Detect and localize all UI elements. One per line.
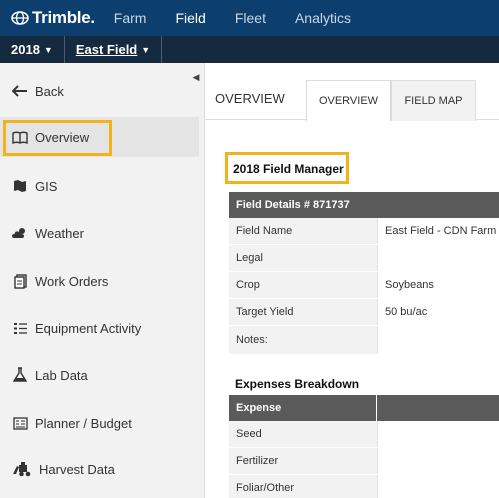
tab-field-map[interactable]: FIELD MAP	[391, 80, 476, 121]
nav-analytics[interactable]: Analytics	[295, 10, 351, 26]
row-value	[377, 245, 499, 271]
planner-icon	[11, 414, 29, 432]
sidebar-item-label: Weather	[35, 225, 84, 241]
row-label: Fertilizer	[229, 448, 377, 474]
sidebar-item-label: Back	[35, 83, 64, 99]
sidebar-item-lab-data[interactable]: Lab Data	[0, 355, 199, 395]
weather-icon	[11, 224, 29, 242]
sidebar-item-label: Lab Data	[35, 367, 88, 383]
harvester-icon	[11, 460, 33, 478]
back-arrow-icon	[11, 82, 29, 100]
row-value	[377, 475, 499, 498]
table-row: Seed	[229, 421, 499, 448]
nav-farm[interactable]: Farm	[114, 10, 147, 26]
sidebar-item-harvest-data[interactable]: Harvest Data	[0, 449, 199, 489]
brand-name: Trimble.	[32, 8, 95, 27]
row-value: East Field - CDN Farm	[377, 218, 499, 244]
sidebar-item-label: GIS	[35, 178, 58, 194]
row-value	[377, 448, 499, 474]
top-nav: Trimble. Farm Field Fleet Analytics	[0, 0, 499, 36]
sidebar-item-label: Harvest Data	[39, 461, 115, 477]
sidebar-item-label: Work Orders	[35, 273, 109, 289]
expense-column-header: Expense	[229, 395, 377, 421]
sidebar-item-planner-budget[interactable]: Planner / Budget	[0, 403, 199, 443]
year-dropdown[interactable]: 2018 ▼	[0, 36, 65, 63]
caret-down-icon: ▼	[141, 44, 151, 55]
expenses-title: Expenses Breakdown	[235, 377, 360, 391]
table-row: Fertilizer	[229, 448, 499, 475]
year-value: 2018	[11, 42, 40, 57]
sidebar-item-equipment-activity[interactable]: Equipment Activity	[0, 308, 199, 348]
main-content: OVERVIEW OVERVIEW FIELD MAP 2018 Field M…	[205, 63, 499, 498]
row-label: Field Name	[229, 218, 377, 244]
field-details-table: Field Details # 871737 Field Name East F…	[229, 192, 499, 355]
table-row: Target Yield 50 bu/ac	[229, 299, 499, 326]
table-header: Field Details # 871737	[229, 192, 499, 218]
tab-overview[interactable]: OVERVIEW	[306, 80, 391, 121]
table-row: Field Name East Field - CDN Farm	[229, 218, 499, 245]
nav-fleet[interactable]: Fleet	[235, 10, 266, 26]
field-dropdown[interactable]: East Field ▼	[65, 36, 163, 63]
expenses-table: Expense Seed Fertilizer Foliar/Other	[229, 395, 499, 498]
table-row: Legal	[229, 245, 499, 272]
sidebar-item-back[interactable]: Back	[0, 71, 199, 111]
row-value: Soybeans	[377, 272, 499, 298]
row-label: Notes:	[229, 326, 377, 354]
field-manager-highlight-box	[225, 152, 349, 184]
page-heading: OVERVIEW	[215, 91, 285, 106]
map-icon	[11, 177, 29, 195]
row-label: Seed	[229, 421, 377, 447]
sidebar-item-weather[interactable]: Weather	[0, 213, 199, 253]
row-label: Target Yield	[229, 299, 377, 325]
flask-icon	[11, 366, 29, 384]
table-row: Notes:	[229, 326, 499, 355]
row-label: Crop	[229, 272, 377, 298]
overview-highlight-box	[3, 120, 112, 156]
table-row: Foliar/Other	[229, 475, 499, 498]
sidebar-item-gis[interactable]: GIS	[0, 166, 199, 206]
row-value: 50 bu/ac	[377, 299, 499, 325]
table-row: Crop Soybeans	[229, 272, 499, 299]
clipboard-icon	[11, 272, 29, 290]
nav-field[interactable]: Field	[175, 10, 205, 26]
list-icon	[11, 319, 29, 337]
trimble-logo[interactable]: Trimble.	[10, 8, 95, 28]
tabs-row: OVERVIEW OVERVIEW FIELD MAP	[205, 80, 499, 121]
row-value	[377, 421, 499, 447]
row-value	[377, 326, 499, 354]
caret-down-icon: ▼	[43, 44, 53, 55]
trimble-globe-icon	[11, 11, 29, 25]
context-bar: 2018 ▼ East Field ▼	[0, 36, 499, 63]
field-value: East Field	[75, 42, 138, 57]
row-label: Legal	[229, 245, 377, 271]
sidebar-item-work-orders[interactable]: Work Orders	[0, 261, 199, 301]
sidebar-item-label: Equipment Activity	[35, 320, 142, 336]
row-label: Foliar/Other	[229, 475, 377, 498]
sidebar-item-label: Planner / Budget	[35, 415, 132, 431]
table-header: Expense	[229, 395, 499, 421]
